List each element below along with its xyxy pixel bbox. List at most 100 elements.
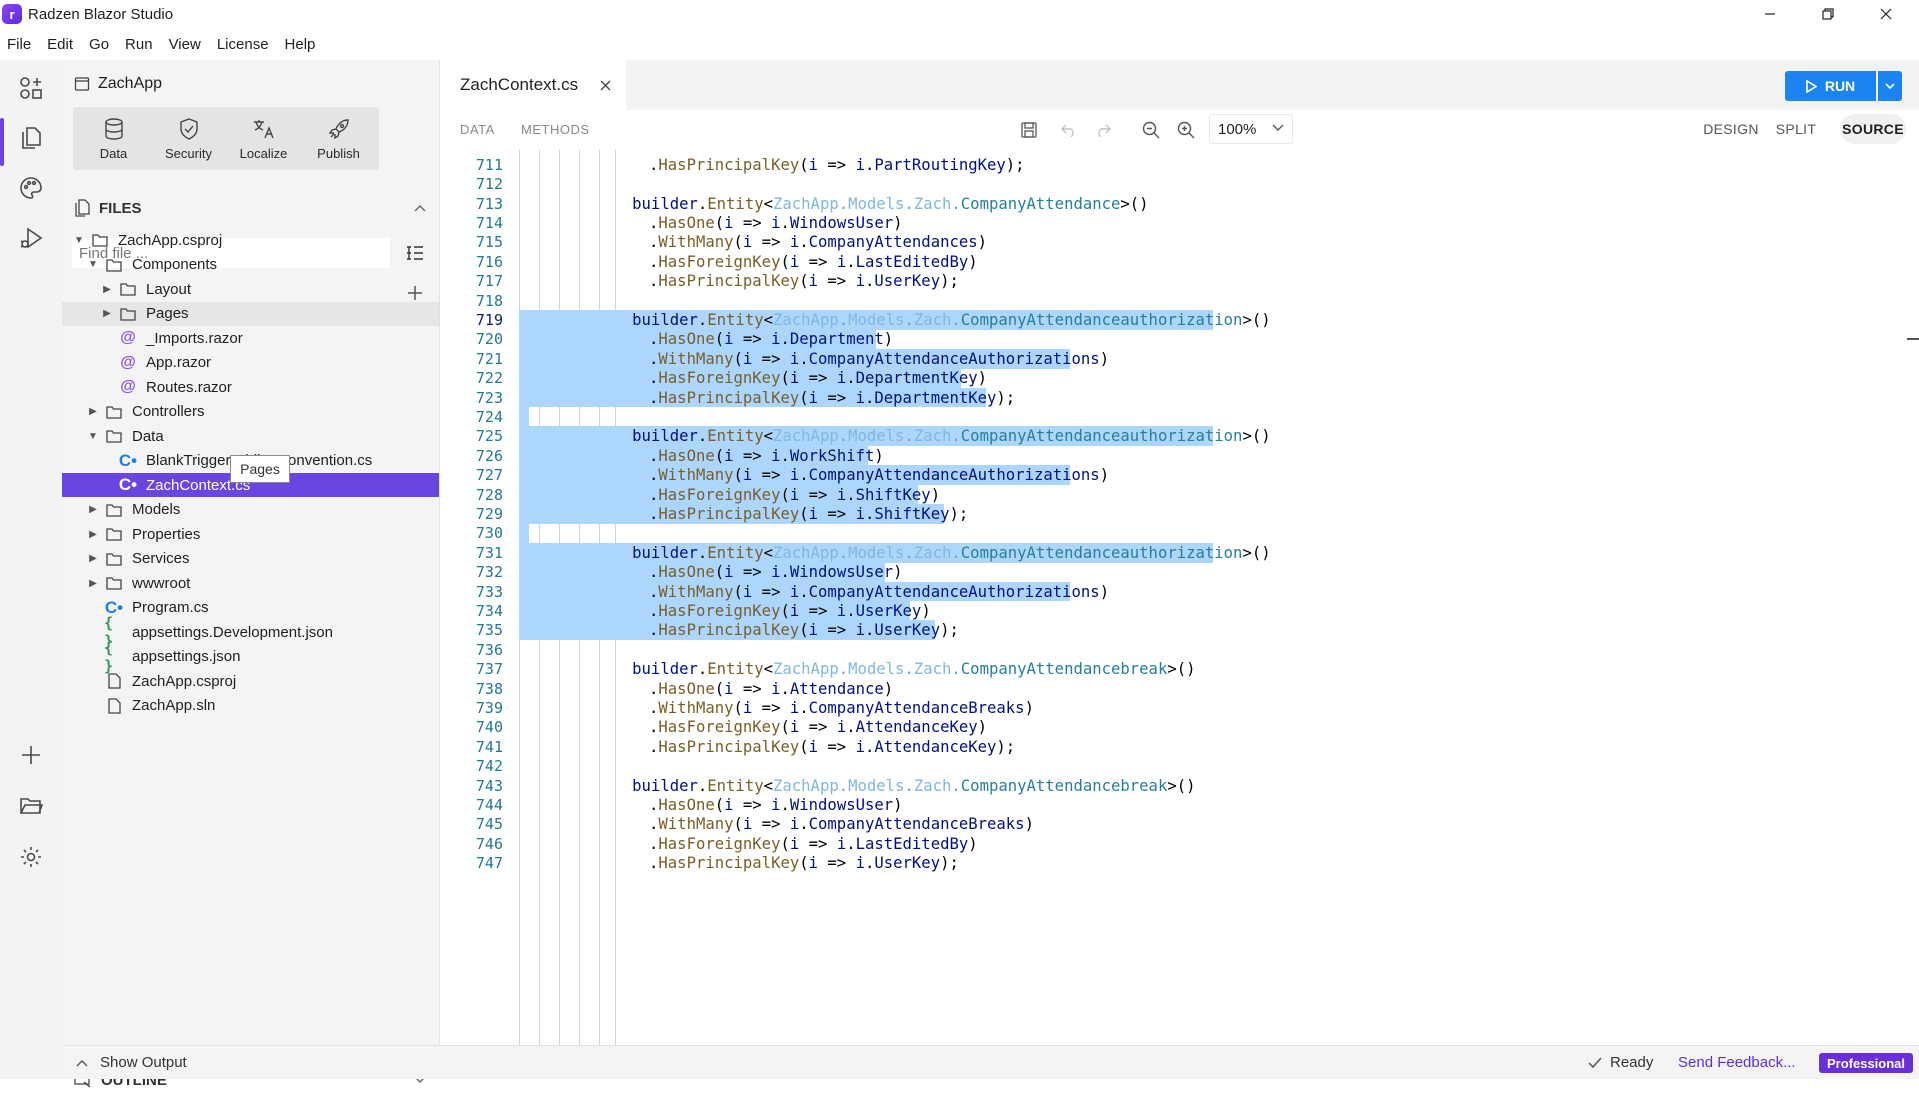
code-line[interactable]: .HasForeignKey(i => i.LastEditedBy) bbox=[649, 834, 978, 854]
caret-right-icon[interactable]: ▶ bbox=[86, 406, 100, 417]
undo-button[interactable] bbox=[1057, 118, 1081, 142]
split-view-button[interactable]: SPLIT bbox=[1771, 114, 1821, 144]
tree-item[interactable]: { } appsettings.json bbox=[62, 639, 439, 675]
tree-item[interactable]: ▼ Components bbox=[62, 253, 439, 277]
code-line[interactable]: .WithMany(i => i.CompanyAttendanceAuthor… bbox=[649, 465, 1109, 485]
publish-tool-button[interactable]: Publish bbox=[298, 107, 379, 170]
tab-zachcontext[interactable]: ZachContext.cs bbox=[441, 60, 626, 110]
settings-activity-button[interactable] bbox=[0, 829, 62, 885]
tree-item[interactable]: @ App.razor bbox=[62, 351, 439, 375]
code-line[interactable]: .WithMany(i => i.CompanyAttendances) bbox=[649, 232, 987, 252]
tree-item[interactable]: ▶ Controllers bbox=[62, 400, 439, 424]
files-section-header[interactable]: FILES bbox=[74, 195, 430, 221]
chevron-up-icon[interactable] bbox=[414, 204, 426, 212]
code-line[interactable]: .HasOne(i => i.WorkShift) bbox=[649, 446, 884, 466]
tree-item[interactable]: ▶ wwwroot bbox=[62, 571, 439, 595]
caret-right-icon[interactable]: ▶ bbox=[86, 553, 100, 564]
code-line[interactable]: .HasForeignKey(i => i.DepartmentKey) bbox=[649, 368, 987, 388]
menu-file[interactable]: File bbox=[7, 36, 31, 53]
code-line[interactable]: builder.Entity<ZachApp.Models.Zach.Compa… bbox=[632, 543, 1270, 563]
send-feedback-link[interactable]: Send Feedback... bbox=[1678, 1054, 1796, 1071]
data-tool-button[interactable]: Data bbox=[73, 107, 154, 170]
code-line[interactable]: .HasForeignKey(i => i.UserKey) bbox=[649, 601, 931, 621]
minimize-button[interactable] bbox=[1742, 0, 1798, 28]
tab-close-button[interactable] bbox=[595, 75, 615, 95]
tree-item[interactable]: @ _Imports.razor bbox=[62, 326, 439, 350]
caret-right-icon[interactable]: ▶ bbox=[86, 529, 100, 540]
code-line[interactable]: .WithMany(i => i.CompanyAttendanceBreaks… bbox=[649, 814, 1034, 834]
source-view-button[interactable]: SOURCE bbox=[1840, 114, 1906, 144]
code-line[interactable]: .HasForeignKey(i => i.ShiftKey) bbox=[649, 485, 940, 505]
components-activity-button[interactable] bbox=[0, 60, 62, 116]
tree-item[interactable]: ▶ Pages bbox=[62, 301, 439, 326]
localize-tool-button[interactable]: Localize bbox=[223, 107, 304, 170]
code-line[interactable]: .HasPrincipalKey(i => i.UserKey); bbox=[649, 620, 959, 640]
run-debug-activity-button[interactable] bbox=[0, 210, 62, 266]
files-activity-button[interactable] bbox=[0, 110, 62, 166]
design-view-button[interactable]: DESIGN bbox=[1696, 114, 1766, 144]
scrollbar-marker[interactable] bbox=[1907, 338, 1919, 340]
caret-right-icon[interactable]: ▶ bbox=[100, 308, 114, 319]
menu-license[interactable]: License bbox=[217, 36, 269, 53]
caret-down-icon[interactable]: ▼ bbox=[86, 259, 100, 270]
zoom-out-button[interactable] bbox=[1139, 118, 1163, 142]
save-button[interactable] bbox=[1017, 118, 1041, 142]
code-line[interactable]: .WithMany(i => i.CompanyAttendanceAuthor… bbox=[649, 582, 1109, 602]
code-line[interactable]: builder.Entity<ZachApp.Models.Zach.Compa… bbox=[632, 659, 1195, 679]
code-line[interactable]: .HasForeignKey(i => i.AttendanceKey) bbox=[649, 717, 987, 737]
code-line[interactable]: .HasPrincipalKey(i => i.ShiftKey); bbox=[649, 504, 968, 524]
new-item-activity-button[interactable] bbox=[0, 727, 62, 783]
code-line[interactable]: .HasPrincipalKey(i => i.DepartmentKey); bbox=[649, 388, 1015, 408]
caret-right-icon[interactable]: ▶ bbox=[86, 578, 100, 589]
tree-item[interactable]: ▼ ZachApp.csproj bbox=[62, 228, 439, 252]
caret-down-icon[interactable]: ▼ bbox=[72, 235, 86, 246]
code-editor[interactable]: .HasPrincipalKey(i => i.PartRoutingKey);… bbox=[441, 150, 1919, 1045]
code-line[interactable]: .WithMany(i => i.CompanyAttendanceBreaks… bbox=[649, 698, 1034, 718]
code-line[interactable]: .HasOne(i => i.WindowsUser) bbox=[649, 795, 903, 815]
security-tool-button[interactable]: Security bbox=[148, 107, 229, 170]
code-line[interactable]: .HasOne(i => i.Department) bbox=[649, 329, 893, 349]
menu-edit[interactable]: Edit bbox=[47, 36, 73, 53]
show-output-toggle[interactable]: Show Output bbox=[76, 1054, 187, 1071]
caret-right-icon[interactable]: ▶ bbox=[100, 284, 114, 295]
tree-item[interactable]: ▶ Models bbox=[62, 498, 439, 522]
tree-item[interactable]: @ Routes.razor bbox=[62, 375, 439, 399]
open-folder-activity-button[interactable] bbox=[0, 778, 62, 834]
code-line[interactable]: .HasPrincipalKey(i => i.AttendanceKey); bbox=[649, 737, 1015, 757]
menu-help[interactable]: Help bbox=[285, 36, 316, 53]
themes-activity-button[interactable] bbox=[0, 160, 62, 216]
menu-view[interactable]: View bbox=[169, 36, 201, 53]
caret-right-icon[interactable]: ▶ bbox=[86, 504, 100, 515]
code-line[interactable]: .HasPrincipalKey(i => i.UserKey); bbox=[649, 853, 959, 873]
run-options-dropdown[interactable] bbox=[1878, 71, 1902, 101]
code-token: HasForeignKey bbox=[658, 485, 781, 504]
tree-item[interactable]: ZachApp.sln bbox=[62, 694, 439, 718]
menu-go[interactable]: Go bbox=[89, 36, 109, 53]
zoom-in-button[interactable] bbox=[1174, 118, 1198, 142]
code-line[interactable]: builder.Entity<ZachApp.Models.Zach.Compa… bbox=[632, 310, 1270, 330]
data-tab[interactable]: DATA bbox=[460, 122, 495, 137]
zoom-select[interactable]: 100% bbox=[1209, 114, 1293, 144]
code-line[interactable]: .HasOne(i => i.WindowsUser) bbox=[649, 213, 903, 233]
tree-item[interactable]: ▶ Properties bbox=[62, 522, 439, 546]
tree-item[interactable]: ▶ Services bbox=[62, 547, 439, 571]
close-window-button[interactable] bbox=[1858, 0, 1914, 28]
code-line[interactable]: .WithMany(i => i.CompanyAttendanceAuthor… bbox=[649, 349, 1109, 369]
code-line[interactable]: .HasPrincipalKey(i => i.UserKey); bbox=[649, 271, 959, 291]
code-line[interactable]: .HasPrincipalKey(i => i.PartRoutingKey); bbox=[649, 155, 1025, 175]
caret-down-icon[interactable]: ▼ bbox=[86, 431, 100, 442]
code-line[interactable]: builder.Entity<ZachApp.Models.Zach.Compa… bbox=[632, 776, 1195, 796]
code-line[interactable]: builder.Entity<ZachApp.Models.Zach.Compa… bbox=[632, 194, 1148, 214]
redo-button[interactable] bbox=[1091, 118, 1115, 142]
code-line[interactable]: .HasForeignKey(i => i.LastEditedBy) bbox=[649, 252, 978, 272]
run-button[interactable]: RUN bbox=[1785, 71, 1876, 101]
restore-button[interactable] bbox=[1800, 0, 1856, 28]
tree-item[interactable]: ▼ Data bbox=[62, 424, 439, 448]
tree-item[interactable]: ZachApp.csproj bbox=[62, 669, 439, 693]
code-line[interactable]: .HasOne(i => i.Attendance) bbox=[649, 679, 893, 699]
code-line[interactable]: .HasOne(i => i.WindowsUser) bbox=[649, 562, 903, 582]
methods-tab[interactable]: METHODS bbox=[521, 122, 590, 137]
tree-item[interactable]: ▶ Layout bbox=[62, 277, 439, 301]
menu-run[interactable]: Run bbox=[125, 36, 153, 53]
code-line[interactable]: builder.Entity<ZachApp.Models.Zach.Compa… bbox=[632, 426, 1270, 446]
